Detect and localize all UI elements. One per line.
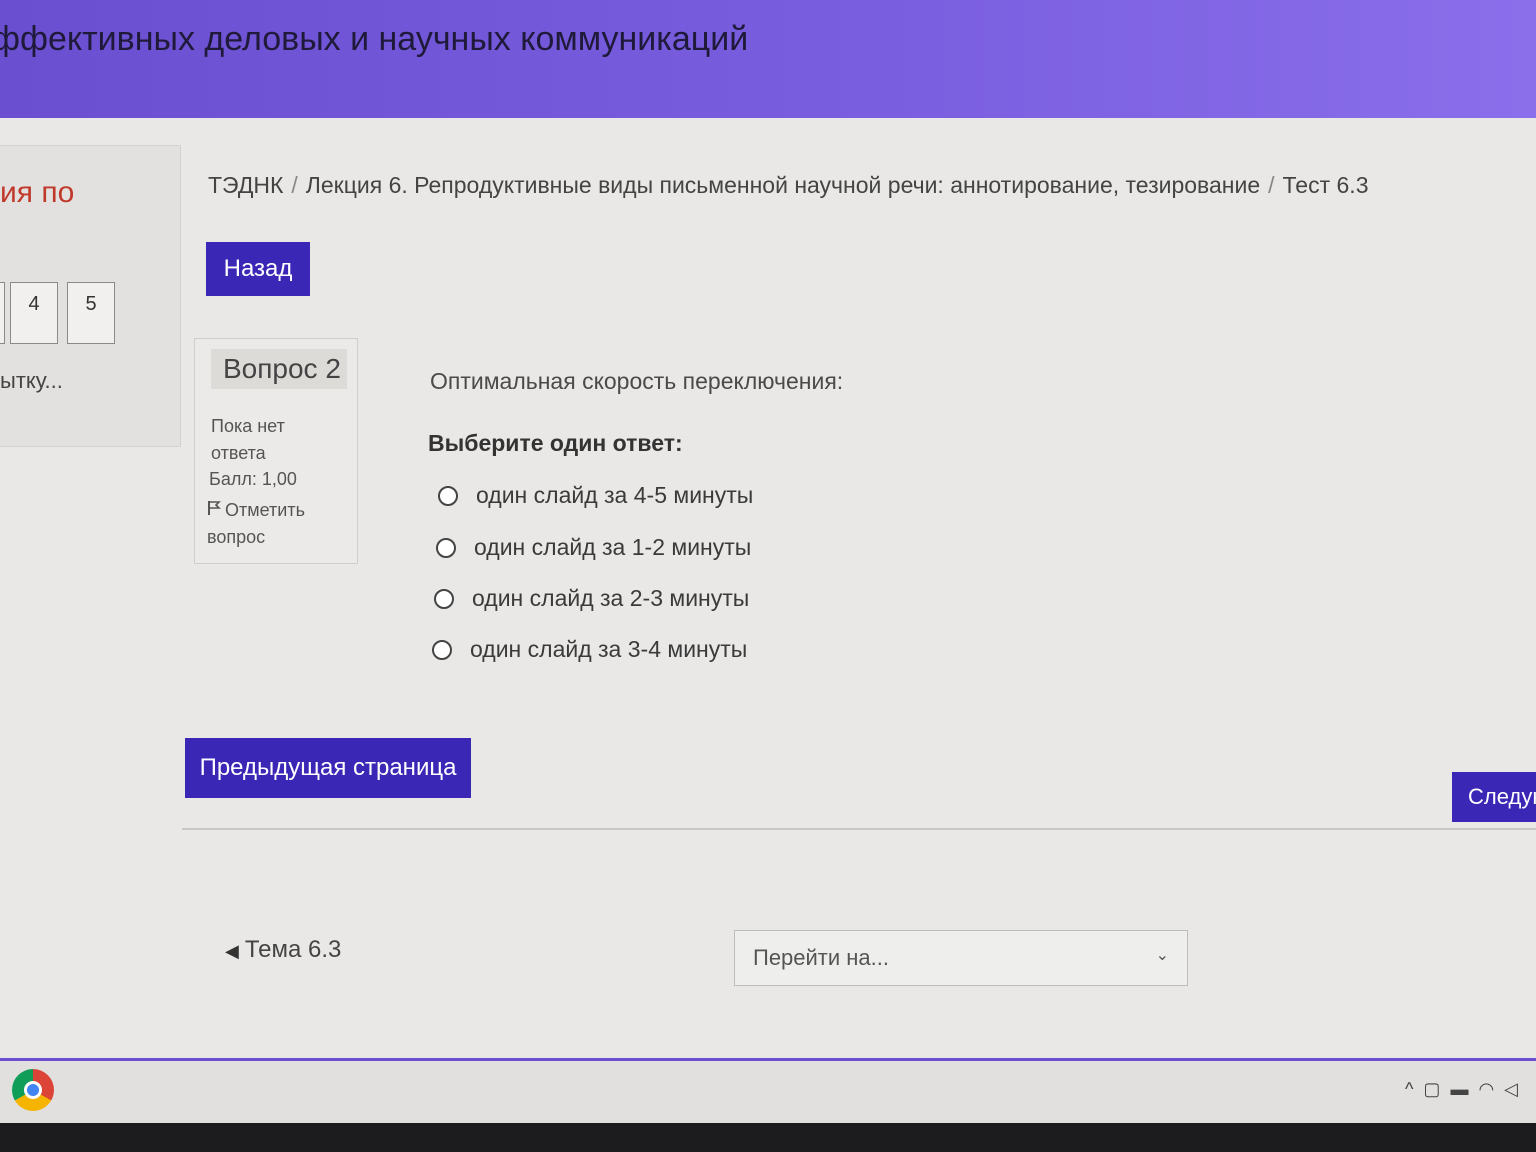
next-page-button[interactable]: Следую — [1452, 772, 1536, 822]
question-state: Пока нет ответа — [211, 416, 285, 463]
battery-icon[interactable]: ▬ — [1450, 1079, 1478, 1099]
jump-to-select[interactable]: Перейти на... ⌄ — [734, 930, 1188, 986]
previous-page-button[interactable]: Предыдущая страница — [185, 738, 471, 798]
volume-icon[interactable]: ◁ — [1504, 1079, 1528, 1099]
answer-option-label: один слайд за 1-2 минуты — [474, 534, 752, 560]
radio-button[interactable] — [436, 538, 456, 558]
flag-icon — [207, 497, 221, 524]
quiz-navigation-heading: ия по — [0, 176, 75, 209]
radio-button[interactable] — [438, 486, 458, 506]
radio-button[interactable] — [432, 640, 452, 660]
previous-activity-link[interactable]: ◀ Тема 6.3 — [225, 936, 341, 964]
triangle-left-icon: ◀ — [225, 941, 239, 961]
flag-question-button[interactable]: Отметить вопрос — [207, 497, 347, 551]
finish-attempt-link[interactable]: ытку... — [0, 368, 63, 394]
chevron-up-icon[interactable]: ^ — [1405, 1079, 1423, 1099]
screen-bezel — [0, 1123, 1536, 1152]
question-nav-button-partial[interactable] — [0, 282, 5, 344]
answer-option-label: один слайд за 2-3 минуты — [472, 585, 750, 611]
taskbar: ^▢▬◠◁ — [0, 1061, 1536, 1123]
chevron-down-icon: ⌄ — [1155, 947, 1169, 964]
previous-activity-label: Тема 6.3 — [244, 936, 342, 963]
course-header: ффективных деловых и научных коммуникаци… — [0, 0, 1536, 118]
chrome-icon[interactable] — [12, 1069, 54, 1111]
breadcrumb-item-test[interactable]: Тест 6.3 — [1283, 172, 1369, 198]
question-nav-button-4[interactable]: 4 — [10, 282, 58, 344]
back-button[interactable]: Назад — [206, 242, 310, 296]
breadcrumb: ТЭДНК / Лекция 6. Репродуктивные виды пись… — [208, 172, 1369, 199]
wifi-icon[interactable]: ◠ — [1478, 1079, 1504, 1099]
breadcrumb-separator: / — [291, 172, 298, 198]
breadcrumb-item-course[interactable]: ТЭДНК — [208, 172, 283, 198]
answer-option-label: один слайд за 4-5 минуты — [476, 482, 754, 508]
question-text: Оптимальная скорость переключения: — [430, 368, 844, 394]
question-nav-button-5[interactable]: 5 — [67, 282, 115, 344]
breadcrumb-separator: / — [1268, 172, 1275, 198]
jump-to-placeholder: Перейти на... — [753, 945, 890, 970]
flag-question-label: Отметить вопрос — [207, 500, 305, 547]
system-tray[interactable]: ^▢▬◠◁ — [1405, 1079, 1528, 1100]
question-grade: Балл: 1,00 — [209, 469, 297, 489]
divider — [182, 828, 1536, 830]
answer-prompt: Выберите один ответ: — [428, 430, 683, 456]
breadcrumb-item-lecture[interactable]: Лекция 6. Репродуктивные виды письменной… — [306, 172, 1260, 198]
question-info-box: Вопрос 2 Пока нет ответа Балл: 1,00 Отме… — [194, 338, 358, 564]
meet-now-icon[interactable]: ▢ — [1423, 1079, 1450, 1099]
answer-option-label: один слайд за 3-4 минуты — [470, 636, 748, 662]
course-title: ффективных деловых и научных коммуникаци… — [0, 20, 749, 58]
radio-button[interactable] — [434, 589, 454, 609]
question-number: Вопрос 2 — [211, 349, 347, 389]
quiz-navigation-panel: ия по 4 5 ытку... — [0, 145, 181, 447]
